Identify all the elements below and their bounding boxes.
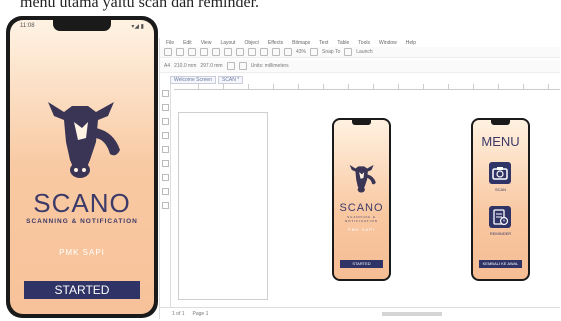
menu-help[interactable]: Help	[406, 40, 416, 46]
toolbox	[160, 84, 171, 307]
copy-icon[interactable]	[224, 48, 232, 56]
menu-edit[interactable]: Edit	[183, 40, 192, 46]
app-name: SCANO	[33, 188, 131, 218]
rectangle-tool-icon[interactable]	[162, 160, 169, 167]
reminder-label: REMINDER	[489, 231, 512, 236]
tab-scan[interactable]: SCAN *	[217, 76, 244, 84]
export-icon[interactable]	[284, 48, 292, 56]
document-tabs: Welcome Screen SCAN *	[170, 76, 244, 84]
scan-button[interactable]	[489, 162, 511, 184]
horizontal-scrollbar[interactable]	[382, 312, 442, 316]
menu-object[interactable]: Object	[244, 40, 258, 46]
document-page[interactable]	[178, 112, 268, 300]
app-subtitle: PMK SAPI	[348, 227, 375, 232]
menu-effects[interactable]: Effects	[268, 40, 283, 46]
landscape-icon[interactable]	[238, 62, 247, 70]
editor-menubar: File Edit View Layout Object Effects Bit…	[160, 38, 560, 47]
menu-title: MENU	[481, 134, 520, 149]
shape-tool-icon[interactable]	[162, 104, 169, 111]
standard-toolbar: 43% Snap To Launch	[160, 47, 560, 58]
portrait-icon[interactable]	[226, 62, 235, 70]
status-bar: 11:08 ▾◢ ▮	[20, 23, 144, 30]
menu-bitmaps[interactable]: Bitmaps	[292, 40, 310, 46]
page-width-field[interactable]: 210.0 mm	[174, 63, 196, 69]
import-icon[interactable]	[272, 48, 280, 56]
page-tab[interactable]: Page 1	[193, 311, 209, 317]
reminder-icon	[493, 209, 509, 226]
ellipse-tool-icon[interactable]	[162, 174, 169, 181]
phone-notch	[352, 120, 371, 125]
open-icon[interactable]	[176, 48, 184, 56]
units-dropdown[interactable]: Units: millimeters	[251, 63, 289, 69]
save-icon[interactable]	[188, 48, 196, 56]
reminder-button[interactable]	[489, 206, 511, 228]
zoom-level[interactable]: 43%	[296, 49, 306, 55]
crop-tool-icon[interactable]	[162, 118, 169, 125]
cut-icon[interactable]	[212, 48, 220, 56]
app-name: SCANO	[339, 202, 384, 214]
redo-icon[interactable]	[260, 48, 268, 56]
caption-text: menu utama yaitu scan dan reminder.	[20, 0, 260, 11]
undo-icon[interactable]	[248, 48, 256, 56]
menu-text[interactable]: Text	[319, 40, 328, 46]
horizontal-ruler	[174, 84, 560, 90]
app-tagline: SCANNING & NOTIFICATION	[345, 215, 378, 223]
page-height-field[interactable]: 297.0 mm	[200, 63, 222, 69]
print-icon[interactable]	[200, 48, 208, 56]
splash-phone-mockup[interactable]: SCANO SCANNING & NOTIFICATION PMK SAPI S…	[332, 118, 391, 281]
menu-file[interactable]: File	[166, 40, 174, 46]
tab-welcome-screen[interactable]: Welcome Screen	[170, 76, 216, 84]
fullscreen-icon[interactable]	[310, 48, 319, 56]
menu-view[interactable]: View	[201, 40, 212, 46]
freehand-tool-icon[interactable]	[162, 146, 169, 153]
menu-phone-mockup[interactable]: MENU SCAN REMINDER KEMBALI KE AWAL	[471, 118, 530, 281]
started-button[interactable]: STARTED	[340, 260, 383, 268]
page-preset-dropdown[interactable]: A4	[164, 63, 170, 69]
snap-to-dropdown[interactable]: Snap To	[322, 49, 340, 55]
paste-icon[interactable]	[236, 48, 244, 56]
settings-icon[interactable]	[344, 48, 353, 56]
started-button[interactable]: STARTED	[24, 281, 140, 299]
menu-table[interactable]: Table	[337, 40, 349, 46]
property-bar: A4 210.0 mm 297.0 mm Units: millimeters	[160, 60, 560, 73]
text-tool-icon[interactable]	[162, 188, 169, 195]
big-phone-mockup: 11:08 ▾◢ ▮ SCANO SCANNING & NOTIFICATION…	[6, 16, 158, 318]
menu-layout[interactable]: Layout	[220, 40, 235, 46]
pick-tool-icon[interactable]	[162, 90, 169, 97]
cow-logo-icon	[48, 102, 120, 178]
design-editor-window: File Edit View Layout Object Effects Bit…	[159, 38, 560, 319]
back-to-start-button[interactable]: KEMBALI KE AWAL	[479, 260, 522, 268]
page-navigator[interactable]: 1 of 1	[172, 311, 185, 317]
status-time: 11:08	[20, 23, 35, 29]
status-icons: ▾◢ ▮	[131, 24, 144, 30]
menu-window[interactable]: Window	[379, 40, 397, 46]
app-tagline: SCANNING & NOTIFICATION	[26, 218, 138, 225]
fill-tool-icon[interactable]	[162, 202, 169, 209]
phone-notch	[491, 120, 510, 125]
editor-status-bar: 1 of 1 Page 1	[160, 307, 560, 319]
cow-logo-icon	[349, 164, 376, 193]
scan-label: SCAN	[494, 187, 507, 192]
app-subtitle: PMK SAPI	[59, 248, 105, 257]
splash-mini-screen: SCANO SCANNING & NOTIFICATION PMK SAPI S…	[334, 120, 389, 279]
new-doc-icon[interactable]	[164, 48, 172, 56]
menu-tools[interactable]: Tools	[358, 40, 370, 46]
menu-screen: MENU SCAN REMINDER KEMBALI KE AWAL	[473, 120, 528, 279]
launch-button[interactable]: Launch	[356, 49, 372, 55]
splash-screen: 11:08 ▾◢ ▮ SCANO SCANNING & NOTIFICATION…	[10, 20, 154, 314]
camera-icon	[492, 167, 508, 180]
zoom-tool-icon[interactable]	[162, 132, 169, 139]
